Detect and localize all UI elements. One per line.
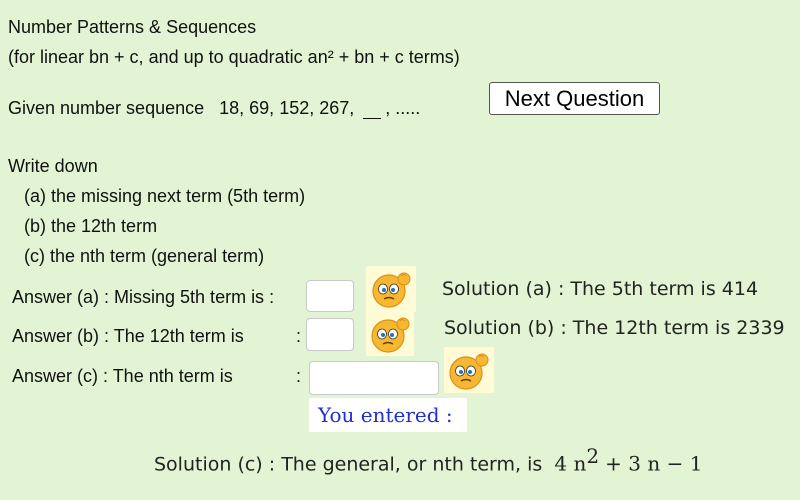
solution-b: Solution (b) : The 12th term is 2339 <box>444 317 785 339</box>
solution-a: Solution (a) : The 5th term is 414 <box>442 278 759 300</box>
answer-a-input[interactable] <box>306 280 354 312</box>
sequence-values: 18, 69, 152, 267, <box>219 98 355 118</box>
thinking-emoji-icon <box>366 310 414 356</box>
thinking-emoji-icon <box>366 266 416 312</box>
solution-c-rest: + 3 n − 1 <box>605 451 703 476</box>
instruction-item-c: (c) the nth term (general term) <box>24 246 265 266</box>
solution-c-term-a: 4 n <box>554 451 587 476</box>
page-title: Number Patterns & Sequences <box>8 17 257 37</box>
solution-c: Solution (c) : The general, or nth term,… <box>154 444 702 475</box>
answer-b-input[interactable] <box>306 318 354 351</box>
sequence-line: Given number sequence 18, 69, 152, 267, … <box>8 96 420 119</box>
answer-b-label: Answer (b) : The 12th term is <box>12 326 244 346</box>
you-entered-text: You entered : <box>309 398 467 432</box>
answer-c-input[interactable] <box>309 361 439 395</box>
solution-c-exponent: 2 <box>586 444 600 468</box>
answer-a-label: Answer (a) : Missing 5th term is : <box>12 287 275 307</box>
next-question-button[interactable]: Next Question <box>489 82 660 115</box>
instruction-item-b: (b) the 12th term <box>24 216 158 236</box>
answer-b-colon: : <box>296 326 302 346</box>
solution-c-prefix: Solution (c) : The general, or nth term,… <box>154 453 543 476</box>
given-label: Given number sequence <box>8 98 205 118</box>
answer-c-label: Answer (c) : The nth term is <box>12 366 233 386</box>
missing-term-blank <box>363 96 382 119</box>
thinking-emoji-icon <box>444 347 494 393</box>
answer-c-colon: : <box>296 366 302 386</box>
sequence-ellipsis: , ..... <box>385 98 421 118</box>
instruction-item-a: (a) the missing next term (5th term) <box>24 186 306 206</box>
instructions-intro: Write down <box>8 156 98 176</box>
page-subtitle: (for linear bn + c, and up to quadratic … <box>8 47 460 67</box>
